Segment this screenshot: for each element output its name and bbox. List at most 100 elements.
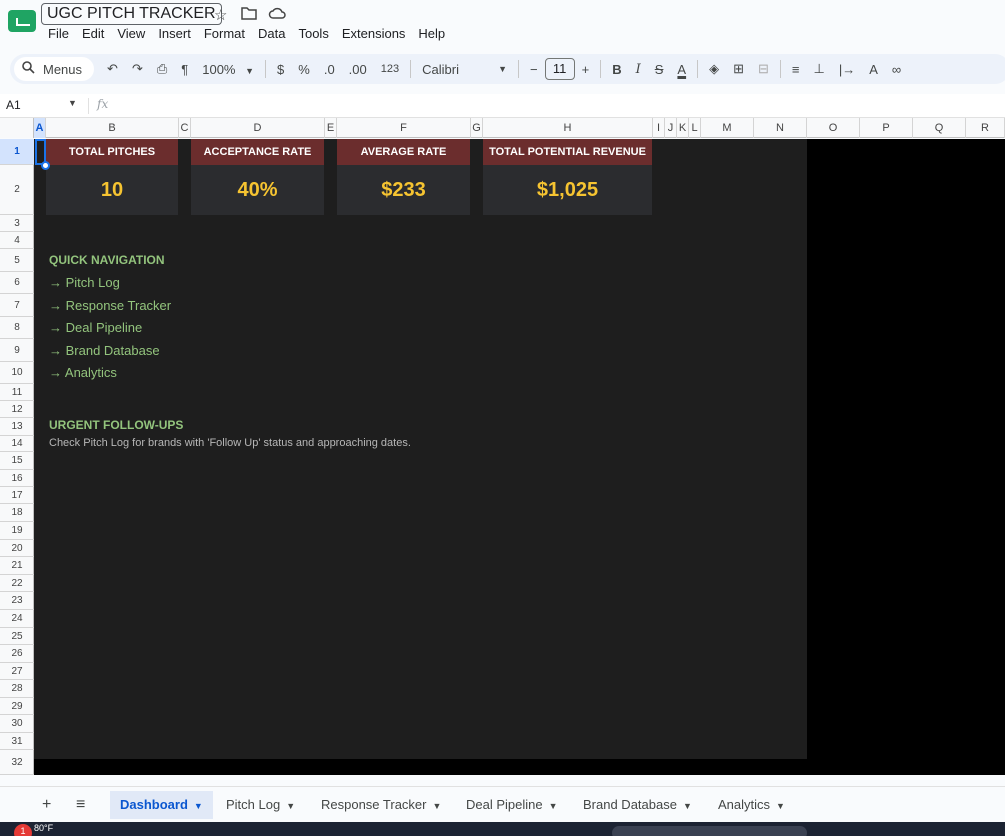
row-header[interactable]: 7 [0,294,34,317]
search-menus-button[interactable]: Menus [14,57,95,81]
taskbar-search-box[interactable] [612,826,807,836]
row-header[interactable]: 15 [0,452,34,470]
column-header-q[interactable]: Q [913,118,966,138]
name-box-dropdown-icon[interactable]: ▼ [68,98,77,108]
text-rotation-icon[interactable]: A [869,62,878,77]
nav-link-brand-database[interactable]: → Brand Database [49,343,160,358]
column-header-d[interactable]: D [191,118,325,138]
row-header[interactable]: 28 [0,680,34,698]
sheets-logo-icon[interactable] [8,10,36,32]
font-dropdown-icon[interactable]: ▼ [498,64,507,74]
weather-badge-icon[interactable]: 1 [14,824,32,836]
row-header[interactable]: 14 [0,436,34,452]
menu-extensions[interactable]: Extensions [342,26,406,41]
menu-edit[interactable]: Edit [82,26,104,41]
font-size-input[interactable]: 11 [544,58,575,80]
row-header[interactable]: 1 [0,139,34,165]
metric-label-total-pitches[interactable]: TOTAL PITCHES [46,139,178,165]
quick-navigation-title[interactable]: QUICK NAVIGATION [49,253,165,267]
column-header-f[interactable]: F [337,118,471,138]
column-header-j[interactable]: J [665,118,677,138]
select-all-corner[interactable] [0,118,34,138]
column-header-h[interactable]: H [483,118,653,138]
text-color-icon[interactable]: A [677,62,686,77]
insert-link-icon[interactable]: ∞ [892,62,901,77]
column-header-n[interactable]: N [754,118,807,138]
decrease-font-size-button[interactable]: − [530,62,538,77]
cloud-status-icon[interactable] [268,6,286,24]
decrease-decimal-button[interactable]: .0 [324,62,335,77]
vertical-align-icon[interactable]: ⊥ [814,61,825,77]
all-sheets-button[interactable]: ≡ [66,791,95,819]
text-wrapping-icon[interactable]: |→ [839,62,855,77]
name-box[interactable]: A1 [6,98,21,112]
row-header[interactable]: 23 [0,592,34,610]
menu-view[interactable]: View [117,26,145,41]
star-icon[interactable]: ☆ [214,6,227,24]
row-header[interactable]: 26 [0,645,34,663]
merge-cells-icon[interactable]: ⊟ [758,61,769,77]
row-header[interactable]: 30 [0,715,34,733]
metric-label-average-rate[interactable]: AVERAGE RATE [337,139,470,165]
menu-format[interactable]: Format [204,26,245,41]
zoom-select[interactable]: 100% ▼ [202,62,254,77]
row-header[interactable]: 18 [0,504,34,522]
empty-cell-area[interactable] [34,759,807,775]
nav-link-analytics[interactable]: → Analytics [49,365,117,380]
increase-decimal-button[interactable]: .00 [349,62,367,77]
currency-format-button[interactable]: $ [277,62,284,77]
metric-value-average-rate[interactable]: $233 [337,165,470,215]
row-header[interactable]: 12 [0,401,34,418]
metric-value-acceptance-rate[interactable]: 40% [191,165,324,215]
tab-pitch-log[interactable]: Pitch Log ▼ [216,791,305,819]
selection-fill-handle[interactable] [41,161,50,170]
paint-format-icon[interactable]: ¶ [181,62,188,77]
urgent-follow-ups-title[interactable]: URGENT FOLLOW-UPS [49,418,183,432]
document-title[interactable]: UGC PITCH TRACKER [41,3,222,25]
row-header[interactable]: 9 [0,339,34,362]
column-header-b[interactable]: B [46,118,179,138]
nav-link-deal-pipeline[interactable]: → Deal Pipeline [49,320,142,335]
metric-value-total-pitches[interactable]: 10 [46,165,178,215]
menu-help[interactable]: Help [418,26,445,41]
tab-response-tracker[interactable]: Response Tracker ▼ [311,791,451,819]
horizontal-align-icon[interactable]: ≡ [792,62,800,77]
tab-dashboard[interactable]: Dashboard ▼ [110,791,213,819]
row-header[interactable]: 32 [0,750,34,775]
row-header[interactable]: 13 [0,418,34,436]
urgent-follow-ups-text[interactable]: Check Pitch Log for brands with 'Follow … [49,437,411,449]
column-header-a[interactable]: A [34,118,46,138]
menu-tools[interactable]: Tools [298,26,328,41]
tab-analytics[interactable]: Analytics ▼ [708,791,795,819]
column-header-i[interactable]: I [653,118,665,138]
strikethrough-icon[interactable]: S [655,62,664,77]
row-header[interactable]: 16 [0,470,34,487]
redo-icon[interactable]: ↷ [132,61,143,77]
print-icon[interactable]: ⎙ [157,61,167,77]
tab-deal-pipeline[interactable]: Deal Pipeline ▼ [456,791,568,819]
row-header[interactable]: 22 [0,575,34,592]
row-header[interactable]: 25 [0,628,34,645]
undo-icon[interactable]: ↶ [107,61,118,77]
row-header[interactable]: 10 [0,362,34,384]
metric-label-acceptance-rate[interactable]: ACCEPTANCE RATE [191,139,324,165]
column-header-k[interactable]: K [677,118,689,138]
row-header[interactable]: 11 [0,384,34,401]
fill-color-icon[interactable]: ◈ [709,61,719,77]
more-formats-button[interactable]: 123 [381,63,399,75]
row-header[interactable]: 29 [0,698,34,715]
menu-insert[interactable]: Insert [158,26,191,41]
metric-label-total-potential-revenue[interactable]: TOTAL POTENTIAL REVENUE [483,139,652,165]
row-header[interactable]: 4 [0,232,34,249]
add-sheet-button[interactable]: + [32,791,61,819]
metric-value-total-potential-revenue[interactable]: $1,025 [483,165,652,215]
row-header[interactable]: 31 [0,733,34,750]
row-header[interactable]: 19 [0,522,34,540]
tab-brand-database[interactable]: Brand Database ▼ [573,791,702,819]
menu-data[interactable]: Data [258,26,285,41]
font-select[interactable]: Calibri [422,62,484,77]
column-header-e[interactable]: E [325,118,337,138]
borders-icon[interactable]: ⊞ [733,61,744,77]
row-header[interactable]: 8 [0,317,34,339]
column-header-r[interactable]: R [966,118,1005,138]
